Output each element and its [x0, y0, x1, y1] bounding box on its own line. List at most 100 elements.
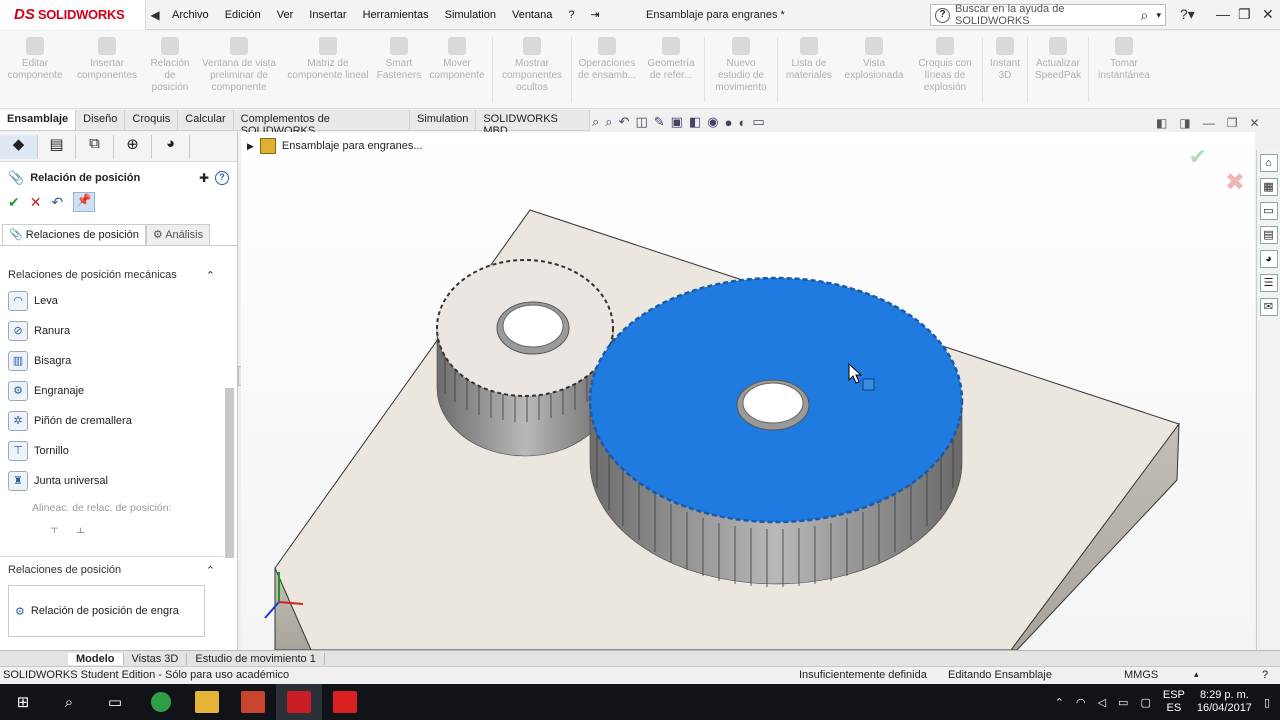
volume-icon[interactable]: ◁ [1098, 696, 1106, 709]
whats-new-icon[interactable]: ✚ [199, 171, 209, 185]
zoom-to-fit-icon[interactable]: ⌕ [592, 114, 599, 130]
tab-simulation[interactable]: Simulation [410, 110, 477, 130]
menu-insertar[interactable]: Insertar [301, 9, 354, 21]
assembly-model[interactable] [241, 132, 1255, 650]
mate-button[interactable]: Relación de posición [144, 31, 196, 108]
tab-ensamblaje[interactable]: Ensamblaje [0, 110, 77, 130]
wifi-icon[interactable]: ◠ [1076, 696, 1086, 709]
instant-3d-button[interactable]: Instant 3D [985, 31, 1025, 108]
dimxpert-tab-icon[interactable]: ⊕ [114, 135, 152, 159]
tab-diseno[interactable]: Diseño [76, 110, 126, 130]
close-icon[interactable]: ✕ [1262, 6, 1274, 23]
mates-list-box[interactable]: ⚙ Relación de posición de engra [8, 585, 205, 637]
aligned-icon[interactable]: ⫟ [50, 520, 58, 537]
action-center-icon[interactable]: ▯ [1264, 696, 1270, 709]
pane-scrollbar[interactable] [223, 278, 235, 638]
graphics-area[interactable]: ▶ Ensamblaje para engranes... ✔ ✖ [241, 132, 1255, 650]
linear-pattern-button[interactable]: Matriz de componente lineal [282, 31, 374, 108]
new-motion-study-button[interactable]: Nuevo estudio de movimiento [707, 31, 775, 108]
clock[interactable]: 8:29 p. m. 16/04/2017 [1197, 689, 1252, 715]
tab-mates[interactable]: 📎 Relaciones de posición [2, 224, 146, 245]
menu-ver[interactable]: Ver [269, 9, 302, 21]
zoom-to-area-icon[interactable]: ⌕ [605, 114, 612, 130]
property-manager-tab-icon[interactable]: ▤ [38, 135, 76, 159]
help-search-input[interactable]: Buscar en la ayuda de SOLIDWORKS [955, 3, 1140, 27]
edit-appearance-icon[interactable]: ● [725, 115, 733, 130]
move-component-button[interactable]: Mover componente [424, 31, 490, 108]
component-preview-button[interactable]: Ventana de vista preliminar de component… [196, 31, 282, 108]
smart-fasteners-button[interactable]: Smart Fasteners [374, 31, 424, 108]
mate-rack-pinion[interactable]: ✲ Piñón de cremallera [0, 406, 237, 436]
section-view-icon[interactable]: ◫ [635, 114, 647, 130]
collapse-icon[interactable]: ⌃ [206, 564, 215, 577]
minimize-icon[interactable]: — [1216, 6, 1230, 22]
view-orientation-icon[interactable]: ▣ [671, 114, 683, 130]
menu-edicion[interactable]: Edición [217, 9, 269, 21]
section-mechanical-mates[interactable]: Relaciones de posición mecánicas ⌃ [0, 264, 237, 286]
search-icon[interactable]: ⌕ [46, 684, 92, 720]
assembly-features-button[interactable]: Operaciones de ensamb... [574, 31, 640, 108]
small-gear[interactable] [436, 259, 614, 457]
view-settings-icon[interactable]: ▭ [752, 114, 764, 130]
tab-mbd[interactable]: SOLIDWORKS MBD [476, 110, 590, 137]
task-view-icon[interactable]: ▭ [92, 684, 138, 720]
custom-properties-icon[interactable]: ☰ [1259, 274, 1278, 292]
previous-view-icon[interactable]: ↶ [619, 114, 630, 130]
mate-entry[interactable]: Relación de posición de engra [31, 605, 179, 617]
bill-of-materials-button[interactable]: Lista de materiales [780, 31, 838, 108]
mate-cam[interactable]: ◠ Leva [0, 286, 237, 316]
undo-button[interactable]: ↶ [51, 194, 63, 211]
configuration-manager-tab-icon[interactable]: ⧉ [76, 135, 114, 159]
menu-ventana[interactable]: Ventana [504, 9, 560, 21]
anti-aligned-icon[interactable]: ⫠ [76, 520, 84, 537]
scrollbar-thumb[interactable] [225, 388, 234, 558]
ok-button[interactable]: ✔ [8, 194, 20, 211]
mate-screw[interactable]: ⊤ Tornillo [0, 436, 237, 466]
notifications-icon[interactable]: ▢ [1140, 696, 1150, 709]
feature-manager-tab-icon[interactable]: ◆ [0, 135, 38, 159]
forum-icon[interactable]: ✉ [1259, 298, 1278, 316]
menu-herramientas[interactable]: Herramientas [355, 9, 437, 21]
edit-component-button[interactable]: Editar componente [0, 31, 70, 108]
menu-archivo[interactable]: Archivo [164, 9, 217, 21]
tab-analysis[interactable]: ⚙ Análisis [145, 224, 211, 245]
display-style-icon[interactable]: ◧ [689, 114, 701, 130]
mate-slot[interactable]: ⊘ Ranura [0, 316, 237, 346]
exploded-view-button[interactable]: Vista explosionada [838, 31, 910, 108]
file-explorer-app-icon[interactable] [184, 684, 230, 720]
show-hidden-components-button[interactable]: Mostrar componentes ocultos [495, 31, 569, 108]
keep-visible-pin-button[interactable]: 📌 [73, 192, 96, 212]
minimize-doc-icon[interactable]: — [1203, 116, 1215, 130]
apply-scene-icon[interactable]: ◐ [738, 115, 746, 130]
chevron-down-icon[interactable]: ▾ [1156, 10, 1161, 21]
close-doc-icon[interactable]: ✕ [1249, 116, 1259, 130]
tab-3d-views[interactable]: Vistas 3D [124, 652, 188, 665]
tray-overflow-icon[interactable]: ⌃ [1055, 696, 1064, 709]
split-view-2-icon[interactable]: ◨ [1179, 116, 1190, 130]
menu-help[interactable]: ? [560, 9, 582, 21]
search-icon[interactable]: ⌕ [1140, 7, 1156, 24]
help-icon[interactable]: ? [215, 171, 229, 185]
tab-complementos[interactable]: Complementos de SOLIDWORKS [234, 110, 410, 137]
mate-hinge[interactable]: ▥ Bisagra [0, 346, 237, 376]
tab-calcular[interactable]: Calcular [178, 110, 234, 130]
chrome-app-icon[interactable] [138, 684, 184, 720]
tab-croquis[interactable]: Croquis [125, 110, 179, 130]
view-palette-icon[interactable]: ▤ [1259, 226, 1278, 244]
status-help-icon[interactable]: ? [1262, 669, 1268, 681]
mate-gear[interactable]: ⚙ Engranaje [0, 376, 237, 406]
reference-geometry-button[interactable]: Geometría de refer... [640, 31, 702, 108]
windows-start-icon[interactable]: ⊞ [0, 684, 46, 720]
help-menu-icon[interactable]: ?▾ [1180, 6, 1195, 23]
menu-simulation[interactable]: Simulation [437, 9, 504, 21]
cancel-button[interactable]: ✕ [30, 194, 42, 211]
split-view-icon[interactable]: ◧ [1156, 116, 1167, 130]
restore-icon[interactable]: ❐ [1238, 6, 1251, 23]
powerpoint-app-icon[interactable] [230, 684, 276, 720]
units-dropdown-icon[interactable]: ▴ [1194, 669, 1199, 680]
take-snapshot-button[interactable]: Tomar instantánea [1091, 31, 1157, 108]
display-manager-tab-icon[interactable]: ◕ [152, 135, 190, 159]
collapse-icon[interactable]: ⌃ [206, 269, 215, 282]
pin-menu-icon[interactable]: ⇥ [582, 8, 607, 21]
hide-show-items-icon[interactable]: ◉ [707, 114, 718, 130]
